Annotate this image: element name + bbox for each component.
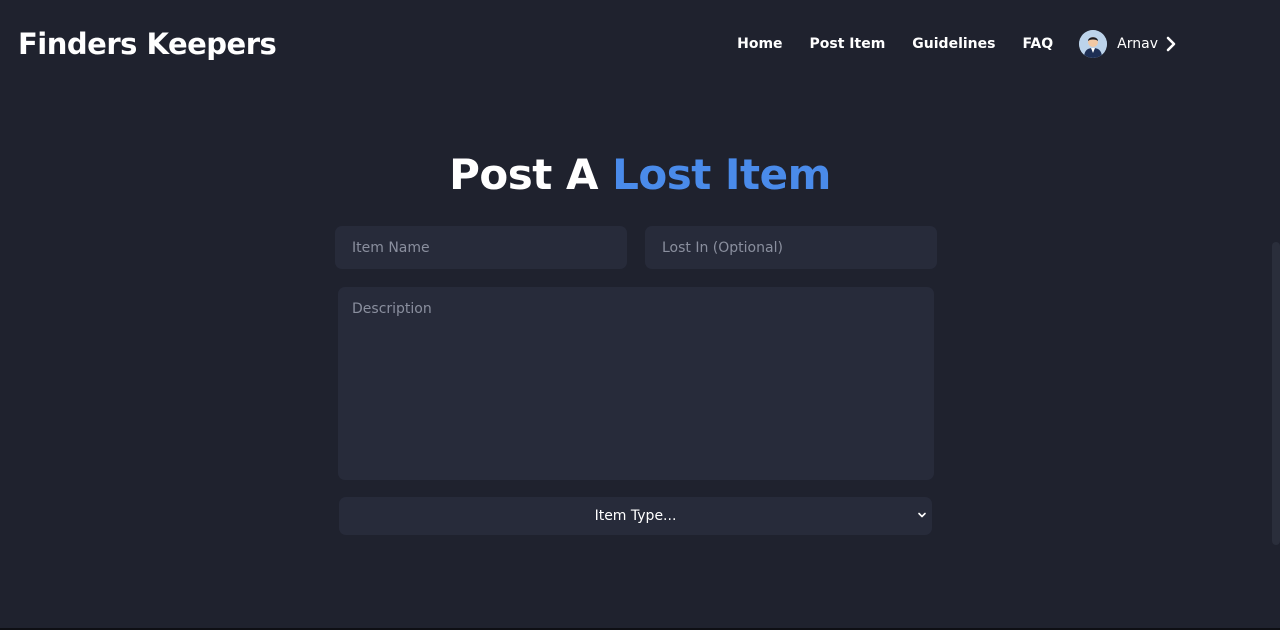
nav-guidelines[interactable]: Guidelines [912,36,995,52]
main-nav: Home Post Item Guidelines FAQ Arnav [737,30,1176,58]
page: Finders Keepers Home Post Item Guideline… [0,0,1280,630]
nav-post-item[interactable]: Post Item [810,36,886,52]
description-textarea[interactable] [338,287,934,480]
profile-menu[interactable]: Arnav [1079,30,1176,58]
page-title: Post A Lost Item [0,150,1280,199]
page-title-main: Post A [449,150,613,199]
nav-home[interactable]: Home [737,36,782,52]
brand-logo[interactable]: Finders Keepers [18,27,277,61]
item-type-select[interactable]: Item Type... [339,497,932,535]
item-name-input[interactable] [335,226,627,269]
user-avatar-icon[interactable] [1079,30,1108,58]
profile-name[interactable]: Arnav [1117,36,1158,52]
item-type-selected[interactable]: Item Type... [339,497,932,535]
lost-in-input[interactable] [645,226,937,269]
scrollbar-thumb[interactable] [1272,242,1280,545]
chevron-right-icon[interactable] [1166,36,1176,52]
nav-faq[interactable]: FAQ [1022,36,1053,52]
chevron-down-icon[interactable] [917,510,927,520]
page-title-accent: Lost Item [612,150,831,199]
